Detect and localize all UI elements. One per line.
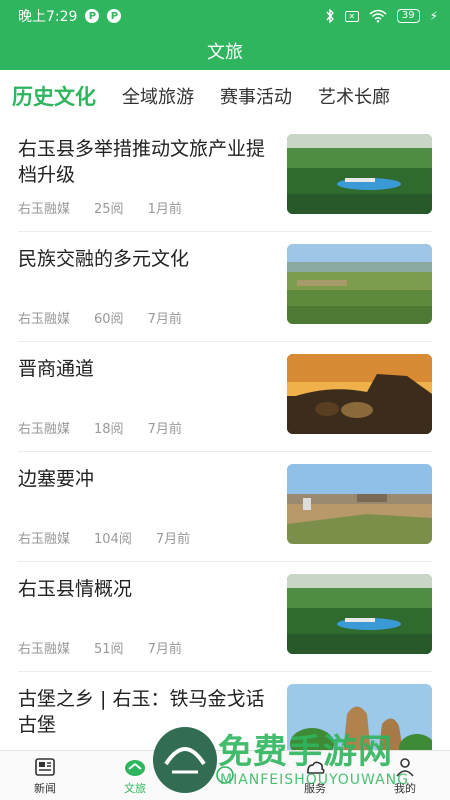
- nav-news[interactable]: 新闻: [0, 751, 90, 800]
- nav-label: 我的: [394, 781, 416, 795]
- no-sim-icon: ✕: [344, 10, 359, 22]
- article-time: 1月前: [147, 202, 182, 217]
- center-icon: [216, 765, 234, 784]
- article-title: 民族交融的多元文化: [18, 248, 190, 270]
- nav-label: 服务: [304, 781, 326, 795]
- nav-label: 新闻: [34, 781, 56, 795]
- article-thumbnail: [287, 684, 432, 750]
- charging-icon: ⚡: [429, 9, 438, 23]
- article-views: 104阅: [94, 532, 132, 547]
- notification-p-icon: P: [107, 9, 122, 23]
- nav-service[interactable]: 服务: [270, 751, 360, 800]
- article-title: 古堡之乡 | 右玉：铁马金戈话古堡: [18, 688, 265, 736]
- article-thumbnail: [287, 354, 432, 434]
- page-title: 文旅: [207, 42, 243, 63]
- tab-art-gallery[interactable]: 艺术长廊: [318, 83, 390, 109]
- battery-icon: 39: [396, 9, 420, 23]
- app-bar: 文旅: [0, 32, 450, 70]
- article-thumbnail: [287, 244, 432, 324]
- article-views: 25阅: [94, 202, 124, 217]
- article-views: 51阅: [94, 642, 124, 657]
- article-meta: 右玉融媒 51阅 7月前: [18, 638, 206, 657]
- article-views: 60阅: [94, 312, 124, 327]
- article-time: 7月前: [147, 642, 182, 657]
- article-thumbnail: [287, 134, 432, 214]
- category-tabs: 历史文化 全域旅游 赛事活动 艺术长廊: [0, 70, 450, 122]
- list-item[interactable]: 晋商通道 右玉融媒 18阅 7月前: [18, 342, 432, 452]
- article-title: 边塞要冲: [18, 468, 95, 490]
- article-source: 右玉融媒: [18, 202, 71, 217]
- article-meta: 右玉融媒 18阅 7月前: [18, 418, 206, 437]
- article-source: 右玉融媒: [18, 312, 71, 327]
- nav-center[interactable]: [180, 751, 270, 800]
- article-thumbnail: [287, 464, 432, 544]
- bluetooth-icon: [326, 9, 334, 23]
- article-title: 右玉县情概况: [18, 578, 133, 600]
- tourism-icon: [125, 759, 145, 776]
- article-title: 右玉县多举措推动文旅产业提档升级: [18, 138, 266, 186]
- list-item[interactable]: 右玉县情概况 右玉融媒 51阅 7月前: [18, 562, 432, 672]
- article-source: 右玉融媒: [18, 642, 71, 657]
- article-title: 晋商通道: [18, 358, 95, 380]
- list-item[interactable]: 古堡之乡 | 右玉：铁马金戈话古堡: [18, 672, 432, 750]
- service-icon: [306, 761, 325, 774]
- list-item[interactable]: 右玉县多举措推动文旅产业提档升级 右玉融媒 25阅 1月前: [18, 122, 432, 232]
- article-source: 右玉融媒: [18, 422, 71, 437]
- tab-history-culture[interactable]: 历史文化: [12, 81, 96, 111]
- article-views: 18阅: [94, 422, 124, 437]
- article-thumbnail: [287, 574, 432, 654]
- article-time: 7月前: [147, 422, 182, 437]
- article-meta: 右玉融媒 25阅 1月前: [18, 198, 206, 217]
- tab-regional-tourism[interactable]: 全域旅游: [122, 83, 194, 109]
- wifi-icon: [369, 9, 387, 23]
- article-source: 右玉融媒: [18, 532, 71, 547]
- list-item[interactable]: 民族交融的多元文化 右玉融媒 60阅 7月前: [18, 232, 432, 342]
- article-time: 7月前: [155, 532, 191, 547]
- news-icon: [35, 757, 55, 776]
- article-meta: 右玉融媒 60阅 7月前: [18, 308, 206, 327]
- status-time: 晚上7:29: [18, 9, 78, 25]
- article-time: 7月前: [147, 312, 182, 327]
- notification-p-icon: P: [85, 9, 100, 23]
- nav-tourism[interactable]: 文旅: [90, 751, 180, 800]
- bottom-nav: 新闻 文旅 服务 我的: [0, 750, 450, 800]
- article-list: 右玉县多举措推动文旅产业提档升级 右玉融媒 25阅 1月前 民族交融的多元文化 …: [0, 122, 450, 750]
- tab-events[interactable]: 赛事活动: [220, 83, 292, 109]
- nav-profile[interactable]: 我的: [360, 751, 450, 800]
- status-bar: 晚上7:29 P P ✕ 39 ⚡: [0, 0, 450, 32]
- article-meta: 右玉融媒 104阅 7月前: [18, 528, 214, 547]
- profile-icon: [396, 757, 414, 777]
- list-item[interactable]: 边塞要冲 右玉融媒 104阅 7月前: [18, 452, 432, 562]
- nav-label: 文旅: [124, 781, 146, 795]
